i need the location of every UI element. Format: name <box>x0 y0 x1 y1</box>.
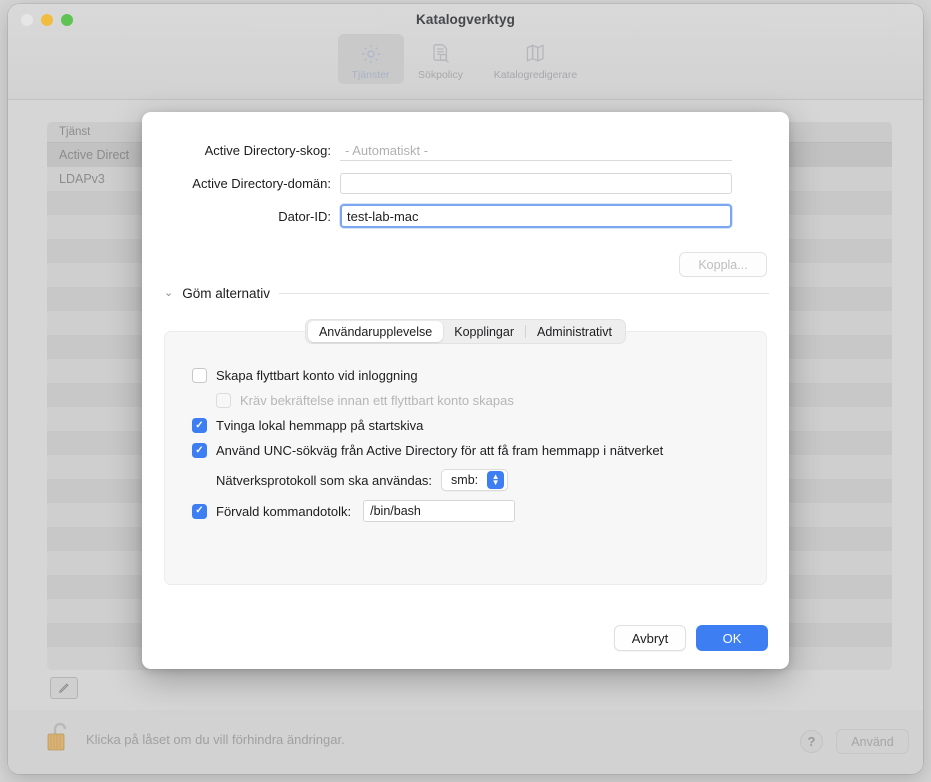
toolbar-item-search-policy-label: Sökpolicy <box>418 69 463 81</box>
checkbox-mobile-account[interactable] <box>192 368 207 383</box>
check-icon: ✓ <box>195 419 204 431</box>
option-require-confirmation: Kräv bekräftelse innan ett flyttbart kon… <box>216 393 514 408</box>
network-protocol-popup[interactable]: smb: ▲ ▼ <box>441 469 509 491</box>
active-directory-sheet: Active Directory-skog: - Automatiskt - A… <box>142 112 789 669</box>
default-shell-input[interactable]: /bin/bash <box>363 500 516 522</box>
chevron-up-down-icon: ▲ ▼ <box>487 471 505 489</box>
computer-id-field-row: Dator-ID: test-lab-mac <box>164 204 732 228</box>
chevron-down-icon: ⌄ <box>164 287 174 299</box>
window-title: Katalogverktyg <box>416 12 515 27</box>
edit-service-button[interactable] <box>50 677 78 699</box>
screen: Katalogverktyg Tjänster Sökpolicy Katalo… <box>0 0 931 782</box>
document-search-icon <box>429 40 453 66</box>
map-icon <box>524 40 548 66</box>
network-protocol-value: smb: <box>451 473 479 487</box>
gear-icon <box>359 40 383 66</box>
sheet-button-row: Avbryt OK <box>614 625 768 651</box>
toolbar-item-directory-editor[interactable]: Katalogredigerare <box>478 34 594 84</box>
network-protocol-label: Nätverksprotokoll som ska användas: <box>216 472 433 488</box>
toolbar-item-services[interactable]: Tjänster <box>337 34 404 84</box>
option-use-unc-path-label: Använd UNC-sökväg från Active Directory … <box>216 443 664 458</box>
unlocked-padlock-icon[interactable] <box>45 719 75 755</box>
computer-id-label: Dator-ID: <box>278 208 331 224</box>
domain-input[interactable] <box>340 173 732 194</box>
window-titlebar: Katalogverktyg Tjänster Sökpolicy Katalo… <box>8 4 923 100</box>
check-icon: ✓ <box>195 505 204 516</box>
forest-label: Active Directory-skog: <box>204 143 331 158</box>
option-mobile-account[interactable]: Skapa flyttbart konto vid inloggning <box>192 368 418 383</box>
status-bar: Klicka på låset om du vill förhindra änd… <box>8 710 923 774</box>
option-mobile-account-label: Skapa flyttbart konto vid inloggning <box>216 368 418 383</box>
help-button[interactable]: ? <box>800 730 823 753</box>
checkbox-use-unc-path[interactable]: ✓ <box>192 443 207 458</box>
options-tab-bar: Användarupplevelse Kopplingar Administra… <box>304 319 627 344</box>
option-force-local-home-label: Tvinga lokal hemmapp på startskiva <box>216 418 424 433</box>
lock-status-message: Klicka på låset om du vill förhindra änd… <box>86 732 345 747</box>
domain-label: Active Directory-domän: <box>192 176 331 191</box>
forest-input[interactable]: - Automatiskt - <box>340 140 732 161</box>
service-name: LDAPv3 <box>59 172 105 186</box>
option-use-unc-path[interactable]: ✓ Använd UNC-sökväg från Active Director… <box>192 443 663 458</box>
apply-button[interactable]: Använd <box>836 729 909 754</box>
bind-button[interactable]: Koppla... <box>679 252 767 277</box>
checkbox-require-confirmation <box>216 393 231 408</box>
toolbar-divider <box>8 99 923 100</box>
toolbar-item-directory-editor-label: Katalogredigerare <box>493 69 578 81</box>
disclosure-rule <box>279 293 769 294</box>
network-protocol-row: Nätverksprotokoll som ska användas: smb:… <box>216 469 509 491</box>
pencil-icon <box>59 683 69 693</box>
hide-options-disclosure[interactable]: ⌄ Göm alternativ <box>164 286 769 301</box>
ok-button[interactable]: OK <box>696 625 768 651</box>
toolbar: Tjänster Sökpolicy Katalogredigerare <box>8 34 923 84</box>
default-shell-row[interactable]: ✓ Förvald kommandotolk: /bin/bash <box>192 500 516 522</box>
tab-mappings[interactable]: Kopplingar <box>443 321 525 342</box>
check-icon: ✓ <box>195 444 204 456</box>
toolbar-item-services-label: Tjänster <box>351 69 390 81</box>
service-name: Active Direct <box>59 148 130 162</box>
tab-user-experience[interactable]: Användarupplevelse <box>307 321 444 342</box>
forest-field-row: Active Directory-skog: - Automatiskt - <box>164 140 732 161</box>
checkbox-default-shell[interactable]: ✓ <box>192 503 207 519</box>
domain-field-row: Active Directory-domän: <box>164 173 732 194</box>
toolbar-item-search-policy[interactable]: Sökpolicy <box>408 34 474 84</box>
options-panel: Skapa flyttbart konto vid inloggning Krä… <box>164 331 767 585</box>
computer-id-input[interactable]: test-lab-mac <box>340 204 732 228</box>
cancel-button[interactable]: Avbryt <box>614 625 686 651</box>
option-force-local-home[interactable]: ✓ Tvinga lokal hemmapp på startskiva <box>192 418 423 433</box>
disclosure-label: Göm alternativ <box>182 286 271 301</box>
checkbox-force-local-home[interactable]: ✓ <box>192 418 207 433</box>
option-require-confirmation-label: Kräv bekräftelse innan ett flyttbart kon… <box>240 393 514 408</box>
tab-administrative[interactable]: Administrativt <box>526 321 623 342</box>
default-shell-label: Förvald kommandotolk: <box>216 503 352 519</box>
